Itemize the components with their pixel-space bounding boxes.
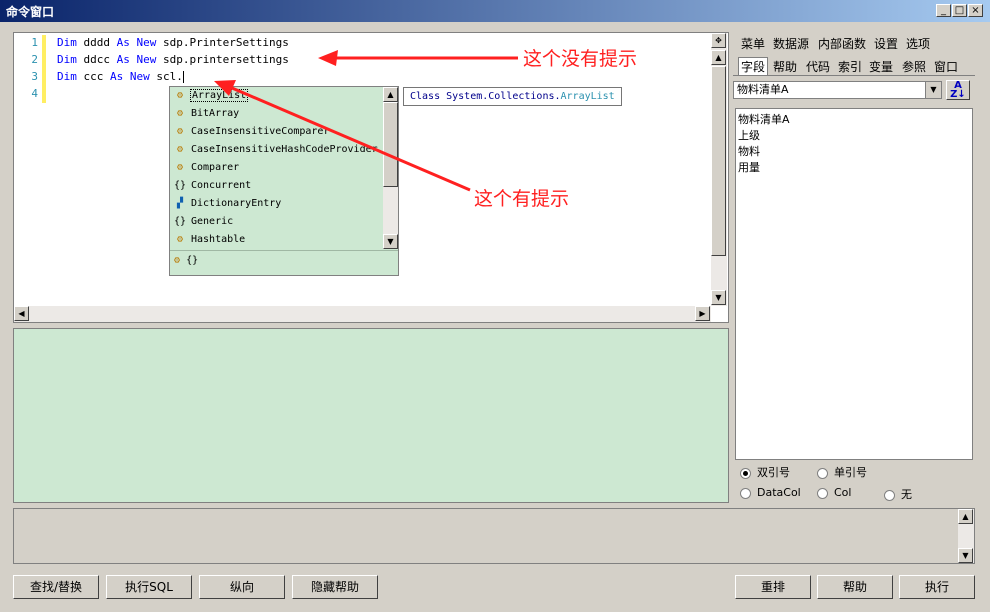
list-item[interactable]: 上级 bbox=[738, 127, 760, 143]
scroll-up-icon[interactable]: ▲ bbox=[958, 509, 973, 524]
tab-fields[interactable]: 字段 bbox=[738, 57, 769, 75]
radio-indicator bbox=[740, 467, 751, 479]
tab-options[interactable]: 选项 bbox=[906, 35, 930, 52]
radio-label: Col bbox=[834, 486, 852, 499]
tab-window[interactable]: 窗口 bbox=[934, 58, 958, 75]
radio-label: DataCol bbox=[757, 486, 801, 499]
radio-indicator bbox=[884, 489, 895, 501]
sort-az-button[interactable]: A Z↓ bbox=[946, 80, 970, 100]
radio-indicator bbox=[817, 487, 828, 499]
list-item[interactable]: 物料清单A bbox=[738, 111, 790, 127]
find-replace-button[interactable]: 查找/替换 bbox=[13, 575, 99, 599]
combo-value: 物料清单A bbox=[737, 83, 789, 96]
tab-settings[interactable]: 设置 bbox=[874, 35, 898, 52]
tab-functions[interactable]: 内部函数 bbox=[818, 35, 866, 52]
radio-label: 无 bbox=[901, 488, 912, 501]
field-list[interactable]: 物料清单A 上级 物料 用量 bbox=[735, 108, 973, 460]
list-item[interactable]: 用量 bbox=[738, 159, 760, 175]
list-item[interactable]: 物料 bbox=[738, 143, 760, 159]
arrow-head bbox=[318, 50, 338, 66]
radio-label: 单引号 bbox=[834, 466, 867, 479]
help-button[interactable]: 帮助 bbox=[817, 575, 893, 599]
tab-variables[interactable]: 变量 bbox=[869, 58, 893, 75]
output-pane[interactable] bbox=[13, 328, 729, 503]
exec-sql-button[interactable]: 执行SQL bbox=[106, 575, 192, 599]
message-scrollbar[interactable]: ▲ ▼ bbox=[958, 509, 974, 563]
chevron-down-icon[interactable]: ▼ bbox=[925, 82, 941, 98]
tab-code[interactable]: 代码 bbox=[806, 58, 830, 75]
annotation-has-hint: 这个有提示 bbox=[474, 188, 570, 210]
scroll-down-icon[interactable]: ▼ bbox=[958, 548, 973, 563]
radio-double-quote[interactable]: 双引号 bbox=[740, 464, 790, 480]
radio-none[interactable]: 无 bbox=[884, 486, 912, 502]
tab-help[interactable]: 帮助 bbox=[773, 58, 797, 75]
tab-index[interactable]: 索引 bbox=[838, 58, 862, 75]
tab-underline bbox=[733, 75, 975, 76]
message-area[interactable]: ▲ ▼ bbox=[13, 508, 975, 564]
tab-datasource[interactable]: 数据源 bbox=[773, 35, 809, 52]
hide-help-button[interactable]: 隐藏帮助 bbox=[292, 575, 378, 599]
radio-single-quote[interactable]: 单引号 bbox=[817, 464, 867, 480]
radio-indicator bbox=[817, 467, 828, 479]
rearrange-button[interactable]: 重排 bbox=[735, 575, 811, 599]
vertical-button[interactable]: 纵向 bbox=[199, 575, 285, 599]
tab-menu[interactable]: 菜单 bbox=[741, 35, 765, 52]
tab-reference[interactable]: 参照 bbox=[902, 58, 926, 75]
datasource-combo[interactable]: 物料清单A ▼ bbox=[733, 81, 942, 99]
radio-datacol[interactable]: DataCol bbox=[740, 486, 801, 499]
radio-indicator bbox=[740, 487, 751, 499]
radio-label: 双引号 bbox=[757, 466, 790, 479]
sort-az-icon: A Z↓ bbox=[950, 80, 966, 100]
execute-button[interactable]: 执行 bbox=[899, 575, 975, 599]
arrow-line bbox=[231, 86, 471, 192]
annotation-no-hint: 这个没有提示 bbox=[523, 48, 638, 70]
radio-col[interactable]: Col bbox=[817, 486, 851, 499]
